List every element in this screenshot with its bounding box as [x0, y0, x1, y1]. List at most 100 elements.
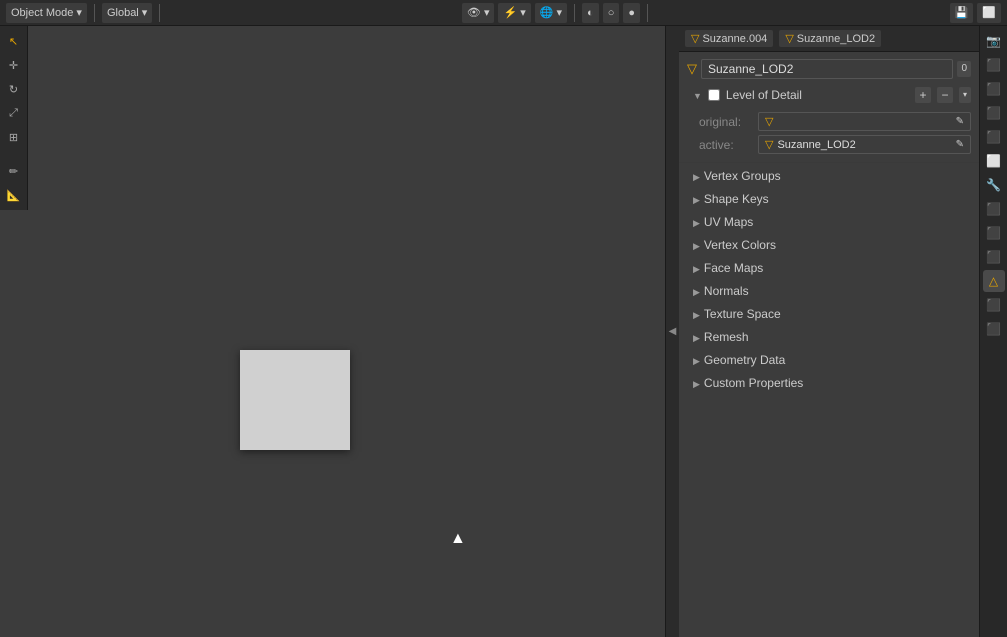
tab-view-layer[interactable]: ⬛ [983, 78, 1005, 100]
monkey-heads-svg [10, 601, 665, 637]
lod-active-pick-icon[interactable]: ✎ [956, 139, 964, 150]
tab-output[interactable]: ⬛ [983, 54, 1005, 76]
shape-keys-section[interactable]: Shape Keys [683, 188, 975, 210]
object-data-icon: ▽ [687, 61, 697, 77]
face-maps-arrow [693, 261, 700, 275]
save-btn[interactable]: 💾 [950, 3, 974, 23]
geometry-data-arrow [693, 353, 700, 367]
lod-add-btn[interactable]: + [915, 87, 931, 103]
tab-shading[interactable]: ⬛ [983, 318, 1005, 340]
uv-maps-section[interactable]: UV Maps [683, 211, 975, 233]
lod-controls: original: ▽ ✎ active: ▽ Suzanne_LOD2 ✎ [679, 106, 979, 160]
lod-arrow [693, 88, 702, 102]
mesh-icon: ▽ [691, 32, 699, 45]
tab-material[interactable]: ⬛ [983, 294, 1005, 316]
remesh-arrow [693, 330, 700, 344]
texture-space-section[interactable]: Texture Space [683, 303, 975, 325]
select-tool[interactable]: ↖ [3, 30, 25, 52]
normals-label: Normals [704, 284, 749, 298]
viewport-left-tools: ↖ ✛ ↻ ⤢ ⊞ ✏ 📐 [0, 26, 28, 210]
texture-space-label: Texture Space [704, 307, 781, 321]
mesh-data-sections: Vertex Groups Shape Keys UV Maps [679, 165, 979, 394]
lod-original-value[interactable]: ▽ ✎ [758, 112, 971, 131]
object-name-input[interactable] [701, 59, 953, 79]
normals-section[interactable]: Normals [683, 280, 975, 302]
divider-1 [679, 162, 979, 163]
uv-maps-arrow [693, 215, 700, 229]
mode-select[interactable]: Object Mode ▾ [6, 3, 87, 23]
tab-constraints[interactable]: ⬛ [983, 246, 1005, 268]
uv-maps-label: UV Maps [704, 215, 753, 229]
gizmo-btn[interactable]: 🌐 ▾ [535, 3, 567, 23]
shape-keys-arrow [693, 192, 700, 206]
lod-active-value[interactable]: ▽ Suzanne_LOD2 ✎ [758, 135, 971, 154]
viewport-shading-btn[interactable]: 👁 ▾ [462, 3, 495, 23]
global-local[interactable]: Global ▾ [102, 3, 152, 23]
properties-tabs: 📷 ⬛ ⬛ ⬛ ⬛ ⬜ 🔧 ⬛ ⬛ ⬛ △ ⬛ ⬛ [979, 26, 1007, 637]
geometry-data-section[interactable]: Geometry Data [683, 349, 975, 371]
mesh-name-display[interactable]: ▽ Suzanne.004 [685, 30, 773, 47]
lod-remove-btn[interactable]: − [937, 87, 953, 103]
properties-body: ▽ 0 Level of Detail + − ▾ o [679, 52, 979, 637]
tab-particles[interactable]: ⬛ [983, 198, 1005, 220]
tab-object-data[interactable]: △ [983, 270, 1005, 292]
topright-bar: ▽ Suzanne.004 ▽ Suzanne_LOD2 [679, 26, 979, 52]
viewport-canvas[interactable]: ▲ [0, 210, 665, 637]
lod-active-label: active: [699, 138, 754, 152]
rotate-tool[interactable]: ↻ [3, 78, 25, 100]
tab-world[interactable]: ⬛ [983, 126, 1005, 148]
tab-render[interactable]: 📷 [983, 30, 1005, 52]
lod-original-mesh-icon: ▽ [765, 115, 773, 128]
tab-object[interactable]: ⬜ [983, 150, 1005, 172]
shading-rendered[interactable]: ● [623, 3, 640, 23]
lod-section-header[interactable]: Level of Detail + − ▾ [679, 84, 979, 106]
custom-properties-label: Custom Properties [704, 376, 803, 390]
object-icon: ▽ [785, 32, 793, 45]
vertex-colors-section[interactable]: Vertex Colors [683, 234, 975, 256]
lod-active-row: active: ▽ Suzanne_LOD2 ✎ [699, 133, 971, 156]
mesh-name-label: Suzanne.004 [702, 33, 767, 45]
shape-keys-label: Shape Keys [704, 192, 769, 206]
face-maps-label: Face Maps [704, 261, 763, 275]
vertex-colors-label: Vertex Colors [704, 238, 776, 252]
object-name-row: ▽ 0 [679, 56, 979, 82]
custom-properties-arrow [693, 376, 700, 390]
right-panel-wrapper: ▽ Suzanne.004 ▽ Suzanne_LOD2 ▽ 0 [679, 26, 1007, 637]
vertex-colors-arrow [693, 238, 700, 252]
overlay-btn[interactable]: ⚡ ▾ [498, 3, 530, 23]
vertex-groups-arrow [693, 169, 700, 183]
tab-physics[interactable]: ⬛ [983, 222, 1005, 244]
lod-original-pick-icon[interactable]: ✎ [956, 116, 964, 127]
info-btn[interactable]: ⬜ [977, 3, 1001, 23]
measure-tool[interactable]: 📐 [3, 184, 25, 206]
shading-material[interactable]: ○ [603, 3, 620, 23]
main-area: ↖ ✛ ↻ ⤢ ⊞ ✏ 📐 [0, 26, 1007, 637]
panel-collapse-button[interactable]: ◀ [665, 26, 679, 637]
tab-scene[interactable]: ⬛ [983, 102, 1005, 124]
vertex-groups-section[interactable]: Vertex Groups [683, 165, 975, 187]
face-maps-section[interactable]: Face Maps [683, 257, 975, 279]
lod-checkbox[interactable] [708, 89, 720, 101]
viewport[interactable]: ↖ ✛ ↻ ⤢ ⊞ ✏ 📐 [0, 26, 665, 637]
tab-modifier[interactable]: 🔧 [983, 174, 1005, 196]
remesh-section[interactable]: Remesh [683, 326, 975, 348]
custom-properties-section[interactable]: Custom Properties [683, 372, 975, 394]
object-name-label: Suzanne_LOD2 [797, 33, 875, 45]
scale-tool[interactable]: ⤢ [3, 102, 25, 124]
vertex-groups-label: Vertex Groups [704, 169, 781, 183]
sep3 [574, 4, 575, 22]
move-tool[interactable]: ✛ [3, 54, 25, 76]
fake-user-btn[interactable]: 0 [957, 61, 971, 77]
remesh-label: Remesh [704, 330, 749, 344]
object-name-display[interactable]: ▽ Suzanne_LOD2 [779, 30, 881, 47]
sep1 [94, 4, 95, 22]
sep2 [159, 4, 160, 22]
lod-active-value-text: Suzanne_LOD2 [777, 139, 951, 151]
annotate-tool[interactable]: ✏ [3, 160, 25, 182]
lod-expand-btn[interactable]: ▾ [959, 87, 971, 103]
sep4 [647, 4, 648, 22]
transform-tool[interactable]: ⊞ [3, 126, 25, 148]
shading-solid[interactable]: ◐ [582, 3, 599, 23]
texture-space-arrow [693, 307, 700, 321]
properties-main: ▽ Suzanne.004 ▽ Suzanne_LOD2 ▽ 0 [679, 26, 979, 637]
